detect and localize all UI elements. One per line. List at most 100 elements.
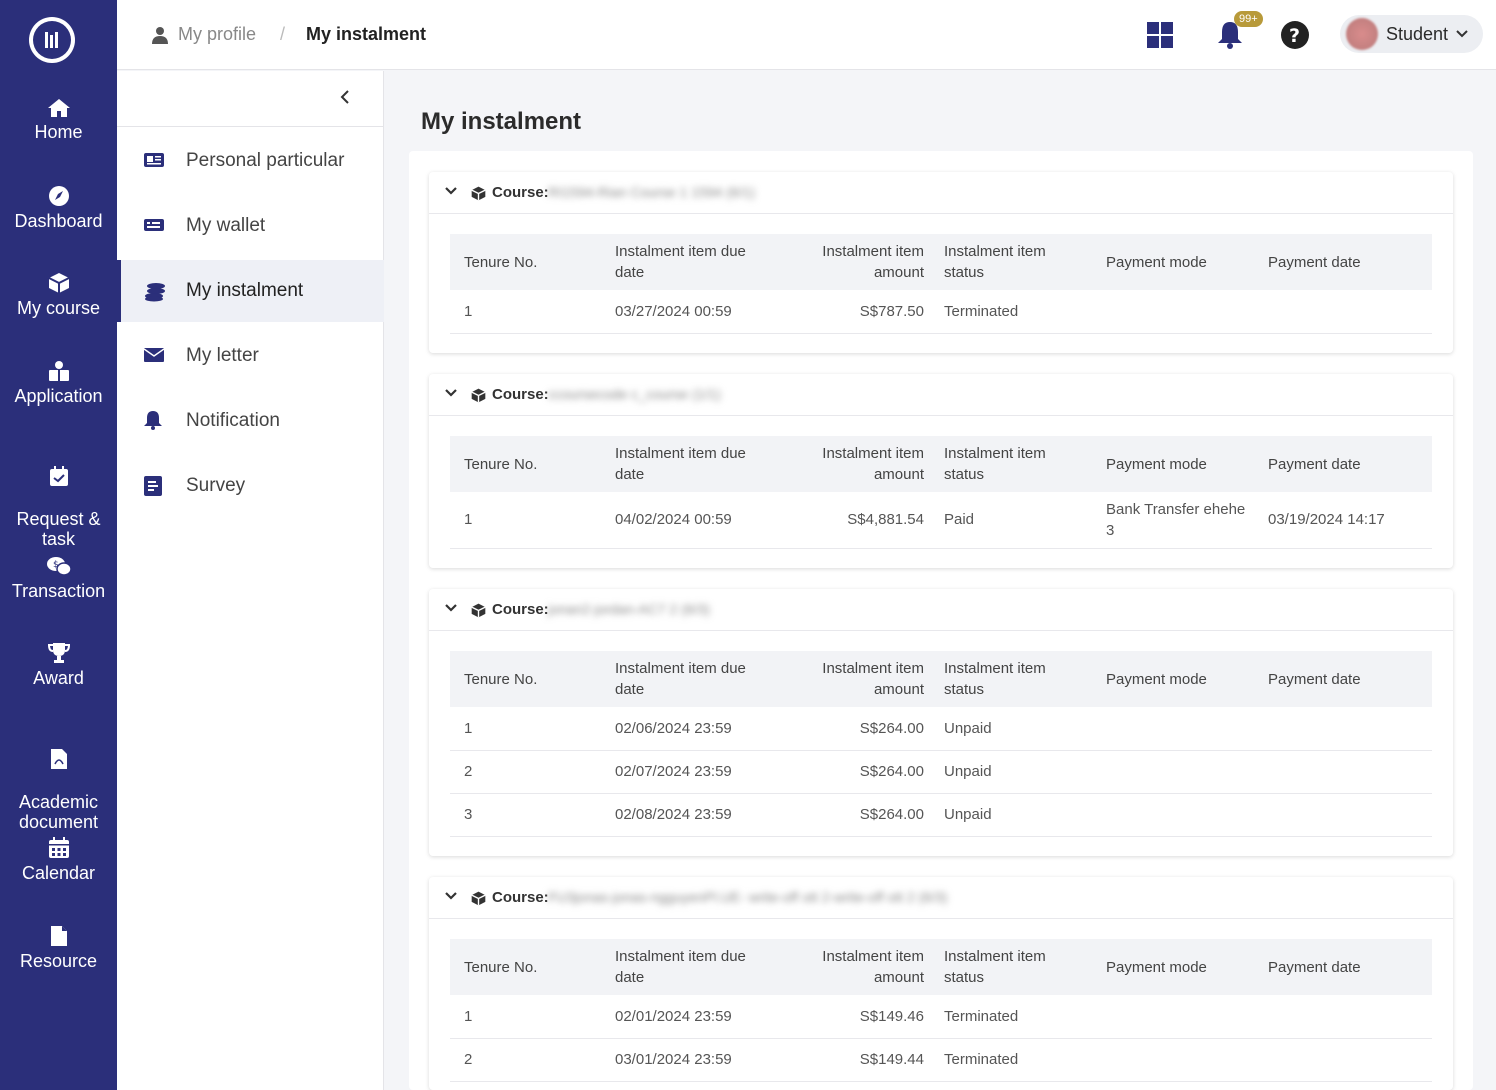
- submenu-my-wallet[interactable]: My wallet: [117, 195, 384, 257]
- status-cell: Unpaid: [934, 793, 1096, 837]
- column-header: Payment mode: [1096, 234, 1258, 290]
- instalment-table: Tenure No. Instalment item due date Inst…: [450, 234, 1432, 334]
- due-date-cell: 03/01/2024 23:59: [605, 1038, 765, 1082]
- course-name: ccoursecode c_course (1/1): [548, 386, 721, 402]
- nav-academic-document[interactable]: Academic document: [0, 730, 117, 850]
- due-date-cell: 02/06/2024 23:59: [605, 707, 765, 751]
- breadcrumb-my-profile[interactable]: My profile: [178, 24, 256, 45]
- application-icon: [48, 361, 69, 381]
- table-header-row: Tenure No. Instalment item due date Inst…: [450, 651, 1432, 707]
- nav-award[interactable]: Award: [0, 642, 117, 688]
- request-icon: [49, 466, 68, 486]
- course-card-header[interactable]: Course: RI1594-Rian Course 1 1594 (6/1): [429, 172, 1453, 214]
- column-header: Instalment item due date: [605, 234, 765, 290]
- nav-label: Request & task: [16, 509, 101, 549]
- transaction-icon: $: [46, 557, 72, 576]
- table-header-row: Tenure No. Instalment item due date Inst…: [450, 436, 1432, 492]
- apps-grid-icon[interactable]: [1147, 22, 1173, 48]
- wallet-icon: [144, 219, 164, 231]
- resource-icon: [50, 926, 67, 946]
- chevron-down-icon[interactable]: [445, 388, 457, 397]
- payment-date-cell: [1258, 1038, 1432, 1082]
- column-header: Instalment item amount: [765, 234, 934, 290]
- status-cell: Terminated: [934, 1038, 1096, 1082]
- submenu-my-letter[interactable]: My letter: [117, 325, 384, 387]
- nav-label: My course: [16, 298, 101, 318]
- amount-cell: S$264.00: [765, 707, 934, 751]
- page-title: My instalment: [421, 108, 582, 135]
- help-icon[interactable]: ?: [1280, 20, 1310, 50]
- course-label: Course:: [492, 386, 549, 403]
- nav-resource[interactable]: Resource: [0, 925, 117, 971]
- submenu-label: Notification: [186, 410, 280, 431]
- nav-transaction[interactable]: $ Transaction: [0, 555, 117, 601]
- course-card-header[interactable]: Course: FU3jonas-jonas-ngguyenPl.UE- wri…: [429, 877, 1453, 919]
- nav-label: Calendar: [21, 863, 96, 883]
- logo-mark-icon: [33, 21, 71, 59]
- submenu-label: Personal particular: [186, 150, 345, 171]
- tenure-cell: 2: [450, 1038, 605, 1082]
- tenure-cell: 1: [450, 995, 605, 1039]
- column-header: Instalment item due date: [605, 436, 765, 492]
- payment-date-cell: [1258, 750, 1432, 794]
- payment-date-cell: [1258, 793, 1432, 837]
- table-row: 2 03/01/2024 23:59 S$149.44 Terminated: [450, 1038, 1432, 1082]
- submenu-survey[interactable]: Survey: [117, 455, 384, 517]
- nav-my-course[interactable]: My course: [0, 272, 117, 318]
- submenu-notification[interactable]: Notification: [117, 390, 384, 452]
- nav-calendar[interactable]: Calendar: [0, 837, 117, 883]
- envelope-icon: [144, 348, 164, 362]
- payment-mode-cell: [1096, 750, 1258, 794]
- due-date-cell: 02/07/2024 23:59: [605, 750, 765, 794]
- column-header: Tenure No.: [450, 436, 605, 492]
- column-header: Payment date: [1258, 436, 1432, 492]
- tenure-cell: 1: [450, 290, 605, 334]
- chevron-down-icon[interactable]: [445, 186, 457, 195]
- course-card-header[interactable]: Course: ccoursecode c_course (1/1): [429, 374, 1453, 416]
- collapse-chevron-icon[interactable]: [339, 89, 351, 105]
- column-header: Instalment item due date: [605, 651, 765, 707]
- course-box-icon: [471, 186, 486, 201]
- nav-home[interactable]: Home: [0, 98, 117, 142]
- table-row: 1 03/27/2024 00:59 S$787.50 Terminated: [450, 290, 1432, 334]
- instalment-table: Tenure No. Instalment item due date Inst…: [450, 939, 1432, 1082]
- course-name: jonan2-jordan-AC7 2 (6/3): [548, 601, 710, 617]
- status-cell: Paid: [934, 492, 1096, 549]
- nav-request-task[interactable]: Request & task: [0, 447, 117, 567]
- id-card-icon: [144, 153, 164, 167]
- tenure-cell: 2: [450, 750, 605, 794]
- submenu-label: Survey: [186, 475, 246, 496]
- payment-mode-cell: Bank Transfer ehehe 3: [1096, 492, 1258, 549]
- column-header: Tenure No.: [450, 939, 605, 995]
- payment-mode-cell: [1096, 793, 1258, 837]
- chevron-down-icon: [1456, 30, 1468, 38]
- column-header: Tenure No.: [450, 651, 605, 707]
- payment-date-cell: [1258, 707, 1432, 751]
- amount-cell: S$4,881.54: [765, 492, 934, 549]
- due-date-cell: 04/02/2024 00:59: [605, 492, 765, 549]
- nav-dashboard[interactable]: Dashboard: [0, 185, 117, 231]
- payment-date-cell: [1258, 290, 1432, 334]
- user-menu-button[interactable]: Student: [1340, 15, 1483, 53]
- table-row: 2 02/07/2024 23:59 S$264.00 Unpaid: [450, 750, 1432, 794]
- column-header: Payment mode: [1096, 436, 1258, 492]
- column-header: Instalment item status: [934, 939, 1096, 995]
- app-logo[interactable]: [29, 17, 75, 63]
- chevron-down-icon[interactable]: [445, 603, 457, 612]
- column-header: Payment date: [1258, 939, 1432, 995]
- submenu-personal-particular[interactable]: Personal particular: [117, 130, 384, 192]
- status-cell: Terminated: [934, 995, 1096, 1039]
- dashboard-icon: [48, 186, 69, 206]
- chevron-down-icon[interactable]: [445, 891, 457, 900]
- nav-application[interactable]: Application: [0, 360, 117, 406]
- coins-icon: [145, 283, 165, 302]
- svg-text:$: $: [53, 560, 59, 570]
- notification-badge: 99+: [1234, 11, 1263, 27]
- due-date-cell: 03/27/2024 00:59: [605, 290, 765, 334]
- course-card-header[interactable]: Course: jonan2-jordan-AC7 2 (6/3): [429, 589, 1453, 631]
- table-row: 1 02/01/2024 23:59 S$149.46 Terminated: [450, 995, 1432, 1039]
- submenu-my-instalment[interactable]: My instalment: [117, 260, 384, 322]
- calendar-icon: [48, 837, 69, 858]
- column-header: Instalment item status: [934, 234, 1096, 290]
- column-header: Instalment item status: [934, 436, 1096, 492]
